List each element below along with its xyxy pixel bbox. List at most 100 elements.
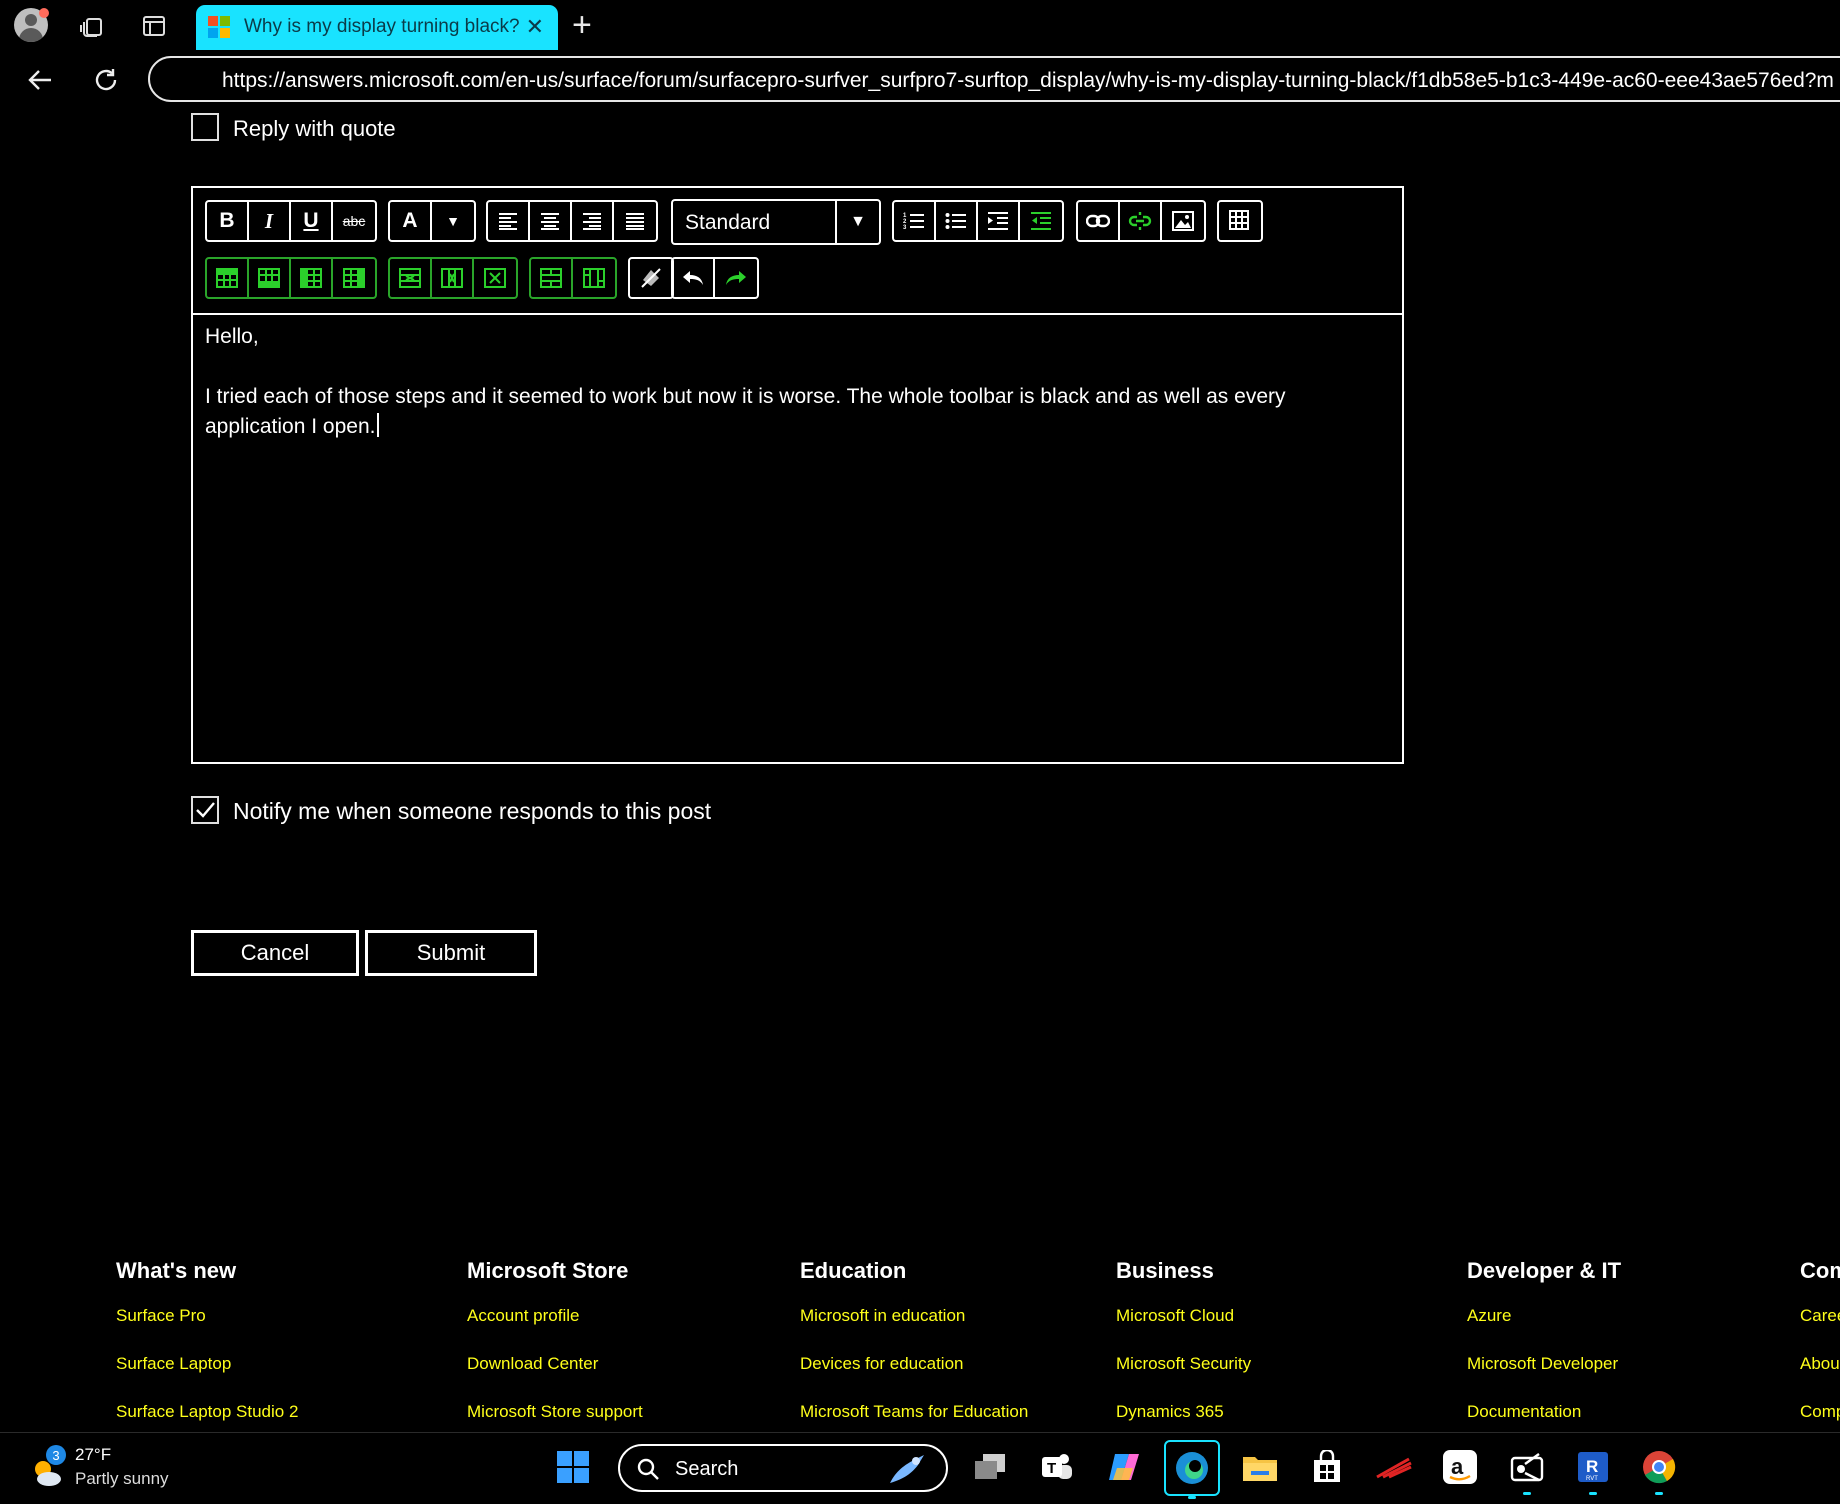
unlink-icon[interactable] [1120, 202, 1162, 240]
address-bar[interactable]: https://answers.microsoft.com/en-us/surf… [148, 56, 1840, 102]
svg-text:T: T [1047, 1460, 1056, 1477]
footer-link[interactable]: Surface Pro [116, 1306, 298, 1326]
footer-link[interactable]: Microsoft Store support [467, 1402, 643, 1422]
revit-icon[interactable]: R RVT [1573, 1447, 1613, 1495]
delete-row-icon[interactable] [390, 259, 432, 297]
footer-link[interactable]: Microsoft Cloud [1116, 1306, 1251, 1326]
align-right-icon[interactable] [572, 202, 614, 240]
url-text: https://answers.microsoft.com/en-us/surf… [222, 69, 1834, 92]
notification-dot [39, 8, 49, 18]
back-arrow-icon[interactable] [22, 62, 58, 98]
chrome-icon[interactable] [1639, 1447, 1679, 1495]
teams-icon[interactable]: T [1037, 1447, 1077, 1487]
footer-link[interactable]: Devices for education [800, 1354, 1028, 1374]
snipping-icon[interactable] [1507, 1447, 1547, 1495]
microsoft-logo-icon [208, 16, 230, 38]
app-red-icon[interactable] [1374, 1447, 1414, 1487]
insert-row-above-icon[interactable] [207, 259, 249, 297]
search-icon [637, 1458, 659, 1480]
indent-icon[interactable] [978, 202, 1020, 240]
outdent-icon[interactable] [1020, 202, 1062, 240]
strikethrough-button[interactable]: abc [333, 202, 375, 240]
editor-line-message: I tried each of those steps and it seeme… [205, 385, 1286, 438]
table-delete-group [388, 257, 518, 299]
insert-column-left-icon[interactable] [291, 259, 333, 297]
footer-column-education: Education Microsoft in education Devices… [800, 1258, 1028, 1450]
redo-icon[interactable] [715, 259, 757, 297]
bullet-list-icon[interactable] [936, 202, 978, 240]
start-icon[interactable] [553, 1447, 593, 1487]
footer-link[interactable]: Microsoft Teams for Education [800, 1402, 1028, 1422]
close-tab-icon[interactable]: ✕ [526, 14, 544, 40]
taskbar-search[interactable]: Search [618, 1444, 948, 1492]
collections-icon[interactable] [74, 8, 110, 44]
footer-link[interactable]: Documentation [1467, 1402, 1621, 1422]
font-color-dropdown-icon[interactable]: ▼ [432, 202, 474, 240]
footer-column-business: Business Microsoft Cloud Microsoft Secur… [1116, 1258, 1251, 1450]
tab-actions-icon[interactable] [136, 8, 172, 44]
footer-link[interactable]: Microsoft Developer [1467, 1354, 1621, 1374]
amazon-icon[interactable]: a [1440, 1447, 1480, 1487]
insert-link-icon[interactable] [1078, 202, 1120, 240]
undo-icon[interactable] [673, 259, 715, 297]
footer-column-developer-it: Developer & IT Azure Microsoft Developer… [1467, 1258, 1621, 1450]
footer-column-whats-new: What's new Surface Pro Surface Laptop Su… [116, 1258, 298, 1450]
link-image-group [1076, 200, 1206, 242]
delete-table-icon[interactable] [474, 259, 516, 297]
insert-column-right-icon[interactable] [333, 259, 375, 297]
font-color-button[interactable]: A [390, 202, 432, 240]
file-explorer-icon[interactable] [1240, 1447, 1280, 1487]
footer-column-microsoft-store: Microsoft Store Account profile Download… [467, 1258, 643, 1450]
italic-button[interactable]: I [249, 202, 291, 240]
insert-row-below-icon[interactable] [249, 259, 291, 297]
copilot-icon[interactable] [1104, 1447, 1144, 1487]
footer-link[interactable]: Microsoft in education [800, 1306, 1028, 1326]
footer-link[interactable]: Account profile [467, 1306, 643, 1326]
footer-link[interactable]: Surface Laptop Studio 2 [116, 1402, 298, 1422]
cancel-button[interactable]: Cancel [191, 930, 359, 976]
bold-button[interactable]: B [207, 202, 249, 240]
footer-heading: Microsoft Store [467, 1258, 629, 1283]
store-icon[interactable] [1307, 1447, 1347, 1487]
align-left-icon[interactable] [488, 202, 530, 240]
justify-icon[interactable] [614, 202, 656, 240]
footer-heading: Business [1116, 1258, 1214, 1283]
insert-image-icon[interactable] [1162, 202, 1204, 240]
weather-alert-badge: 3 [46, 1445, 66, 1465]
footer-link[interactable]: Dynamics 365 [1116, 1402, 1251, 1422]
svg-text:RVT: RVT [1586, 1476, 1598, 1482]
toolbar-divider [193, 313, 1402, 315]
footer-heading: Com [1800, 1258, 1840, 1283]
footer-link[interactable]: Azure [1467, 1306, 1621, 1326]
merge-cells-icon[interactable] [531, 259, 573, 297]
underline-button[interactable]: U [291, 202, 333, 240]
delete-column-icon[interactable] [432, 259, 474, 297]
footer-link[interactable]: Surface Laptop [116, 1354, 298, 1374]
edge-icon[interactable] [1164, 1440, 1220, 1499]
running-indicator [1589, 1492, 1597, 1495]
submit-button[interactable]: Submit [365, 930, 537, 976]
table-row-col-group [205, 257, 377, 299]
split-cells-icon[interactable] [573, 259, 615, 297]
address-row: https://answers.microsoft.com/en-us/surf… [0, 52, 1840, 108]
ordered-list-icon[interactable]: 123 [894, 202, 936, 240]
insert-table-icon[interactable] [1219, 202, 1261, 240]
footer-link[interactable]: Comp [1800, 1402, 1840, 1422]
footer-link[interactable]: Microsoft Security [1116, 1354, 1251, 1374]
editor-content[interactable]: Hello, I tried each of those steps and i… [205, 322, 1385, 442]
footer-link[interactable]: Download Center [467, 1354, 643, 1374]
footer-link[interactable]: Abou [1800, 1354, 1840, 1374]
active-tab[interactable]: Why is my display turning black? ✕ [196, 5, 558, 50]
align-center-icon[interactable] [530, 202, 572, 240]
footer-link[interactable]: Caree [1800, 1306, 1840, 1326]
notify-checkbox[interactable] [191, 796, 219, 824]
svg-text:3: 3 [903, 225, 907, 231]
reply-with-quote-checkbox[interactable] [191, 113, 219, 141]
refresh-icon[interactable] [88, 62, 124, 98]
text-format-group: B I U abc [205, 200, 377, 242]
new-tab-button[interactable]: + [572, 6, 592, 44]
remove-format-icon[interactable] [630, 259, 672, 297]
paragraph-style-select[interactable]: Standard ▼ [671, 199, 881, 245]
alignment-group [486, 200, 658, 242]
task-view-icon[interactable] [970, 1447, 1010, 1487]
